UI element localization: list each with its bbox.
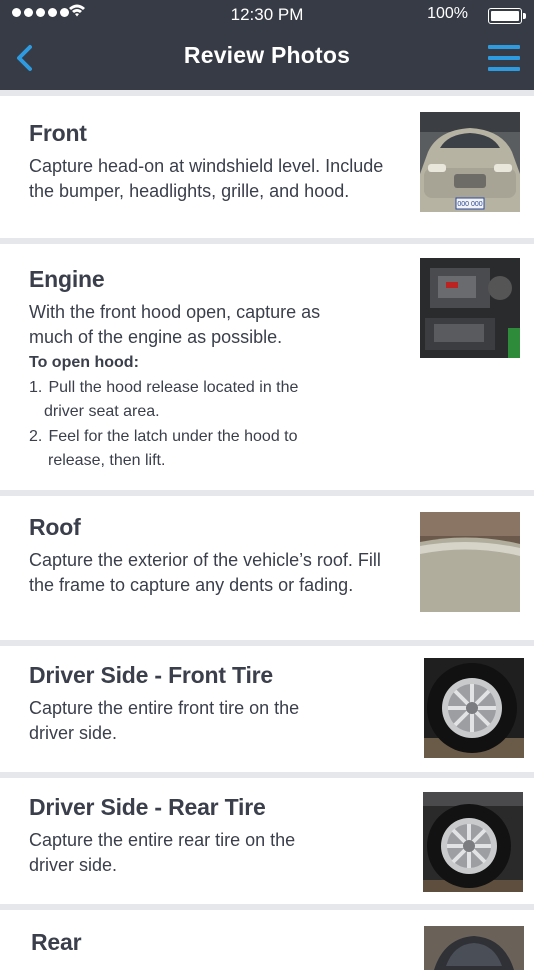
roof-thumbnail[interactable] [420, 512, 520, 612]
rear-tire-thumbnail[interactable] [423, 792, 523, 892]
top-bar: 12:30 PM 100% Review Photos [0, 0, 534, 90]
card-title: Roof [29, 514, 81, 540]
rear-thumbnail[interactable] [424, 926, 524, 970]
card-title: Engine [29, 266, 105, 292]
card-description: Capture the entire rear tire on the driv… [29, 830, 296, 875]
menu-button[interactable] [488, 45, 520, 73]
card-front-tire[interactable]: Driver Side - Front Tire Capture the ent… [0, 646, 534, 772]
battery-percent: 100% [427, 5, 468, 22]
menu-icon-line [488, 67, 520, 71]
instruction-step: 2. Feel for the latch under the hood to … [29, 428, 298, 469]
card-title: Front [29, 120, 87, 146]
battery-icon [488, 8, 526, 24]
nav-bar: Review Photos [0, 30, 534, 90]
card-rear[interactable]: Rear [0, 910, 534, 970]
card-title: Driver Side - Rear Tire [29, 794, 266, 820]
card-title: Driver Side - Front Tire [29, 662, 273, 688]
card-description: With the front hood open, capture as muc… [29, 302, 321, 347]
card-rear-tire[interactable]: Driver Side - Rear Tire Capture the enti… [0, 778, 534, 904]
status-bar: 12:30 PM 100% [0, 0, 534, 30]
card-title: Rear [31, 929, 82, 955]
card-front[interactable]: Front Capture head-on at windshield leve… [0, 96, 534, 238]
menu-icon-line [488, 56, 520, 60]
menu-icon-line [488, 45, 520, 49]
card-roof[interactable]: Roof Capture the exterior of the vehicle… [0, 496, 534, 640]
instructions-title: To open hood: [29, 354, 139, 371]
instruction-step: 1. Pull the hood release located in the … [29, 379, 299, 420]
front-car-thumbnail[interactable]: 000 000 [420, 112, 520, 212]
card-description: Capture the exterior of the vehicle’s ro… [29, 550, 381, 595]
front-tire-thumbnail[interactable] [424, 658, 524, 758]
page-title: Review Photos [183, 42, 351, 68]
card-description: Capture the entire front tire on the dri… [29, 698, 300, 743]
svg-text:000 000: 000 000 [457, 201, 482, 208]
card-engine[interactable]: Engine With the front hood open, capture… [0, 244, 534, 490]
engine-thumbnail[interactable] [420, 258, 520, 358]
card-description: Capture head-on at windshield level. Inc… [29, 156, 384, 201]
